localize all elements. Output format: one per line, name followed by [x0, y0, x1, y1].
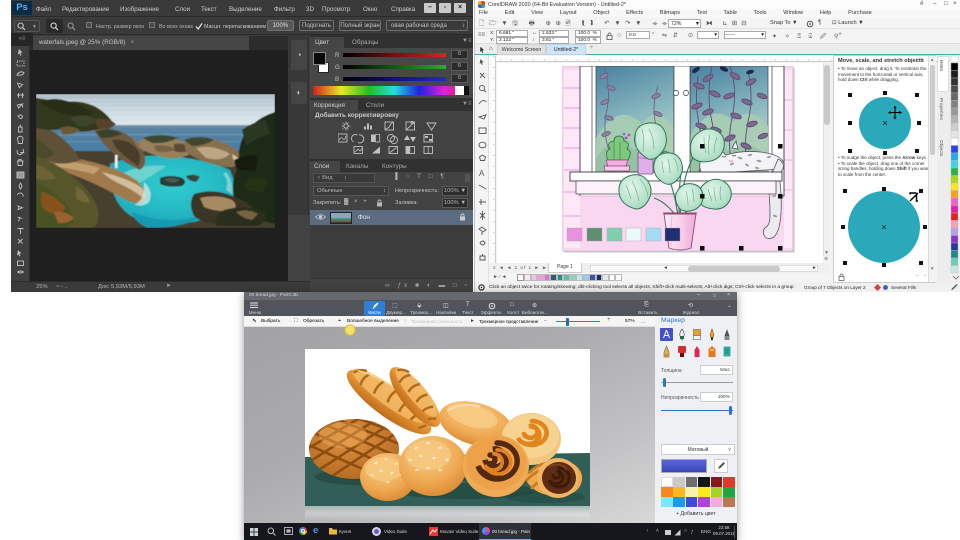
svg-text:A: A — [479, 169, 485, 178]
